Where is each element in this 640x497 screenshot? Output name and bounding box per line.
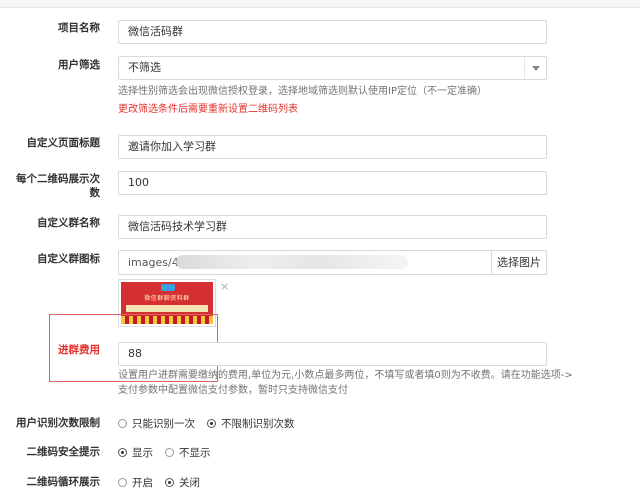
option-label: 不显示: [179, 446, 211, 459]
user-filter-help: 选择性别筛选会出现微信授权登录，选择地域筛选则默认使用IP定位（不一定准确）: [118, 86, 487, 97]
radio-checked-icon[interactable]: [207, 418, 216, 428]
page-title-label: 自定义页面标题: [26, 137, 101, 149]
blurred-path-region: [176, 255, 408, 269]
identify-limit-option-once[interactable]: 只能识别一次: [118, 416, 195, 431]
chevron-down-icon[interactable]: [524, 57, 546, 79]
project-name-input[interactable]: 微信活码群: [118, 20, 547, 44]
qr-loop-option-off[interactable]: 关闭: [165, 475, 200, 490]
group-fee-label: 进群费用: [58, 344, 100, 356]
option-label: 显示: [132, 446, 153, 459]
qr-loop-option-on[interactable]: 开启: [118, 475, 153, 490]
user-filter-label: 用户筛选: [58, 59, 100, 71]
settings-form-page: 项目名称 微信活码群 用户筛选 不筛选 选择性别筛选会出现微信授权登录，选择地域…: [0, 0, 640, 497]
display-count-label: 每个二维码展示次 数: [0, 172, 100, 200]
choose-image-button[interactable]: 选择图片: [491, 250, 547, 275]
radio-checked-icon[interactable]: [118, 447, 127, 457]
radio-icon[interactable]: [118, 418, 127, 428]
close-icon[interactable]: ×: [220, 281, 229, 292]
radio-icon[interactable]: [165, 447, 174, 457]
section-header: [0, 0, 640, 8]
identify-limit-label: 用户识别次数限制: [16, 417, 100, 429]
group-fee-input[interactable]: 88: [118, 342, 547, 366]
group-name-input[interactable]: 微信活码技术学习群: [118, 215, 547, 239]
user-filter-warning: 更改筛选条件后需要重新设置二维码列表: [118, 104, 298, 115]
group-icon-label: 自定义群图标: [37, 253, 100, 265]
qr-safety-radio-group: 显示 不显示: [118, 444, 223, 460]
display-count-label-line2: 数: [89, 187, 101, 199]
user-filter-select[interactable]: 不筛选: [118, 56, 547, 80]
qr-safety-label: 二维码安全提示: [26, 446, 101, 458]
identify-limit-radio-group: 只能识别一次 不限制识别次数: [118, 415, 307, 431]
group-fee-help-line2: 支付参数中配置微信支付参数，暂时只支持微信支付: [118, 385, 348, 396]
identify-limit-option-unlimited[interactable]: 不限制识别次数: [207, 416, 295, 431]
people-icon: [161, 284, 175, 291]
radio-checked-icon[interactable]: [165, 477, 174, 487]
option-label: 不限制识别次数: [221, 417, 295, 430]
qr-loop-label: 二维码循环展示: [26, 476, 101, 488]
option-label: 开启: [132, 476, 153, 489]
display-count-input[interactable]: 100: [118, 171, 547, 195]
group-name-label: 自定义群名称: [37, 217, 100, 229]
radio-icon[interactable]: [118, 477, 127, 487]
option-label: 关闭: [179, 476, 200, 489]
thumbnail-title: 微信群聊资料群: [144, 295, 190, 302]
option-label: 只能识别一次: [132, 417, 195, 430]
group-icon-path-value: images/4: [128, 256, 179, 269]
qr-safety-option-show[interactable]: 显示: [118, 445, 153, 460]
qr-loop-radio-group: 开启 关闭: [118, 474, 212, 490]
user-filter-value: 不筛选: [128, 61, 161, 74]
group-fee-help-line1: 设置用户进群需要缴纳的费用,单位为元,小数点最多两位，不填写或者填0则为不收费。…: [118, 370, 573, 381]
page-title-input[interactable]: 邀请你加入学习群: [118, 135, 547, 159]
thumbnail-subtitle-band: [126, 305, 208, 312]
display-count-label-line1: 每个二维码展示次: [16, 173, 100, 185]
qr-safety-option-hide[interactable]: 不显示: [165, 445, 211, 460]
project-name-label: 项目名称: [58, 22, 100, 34]
